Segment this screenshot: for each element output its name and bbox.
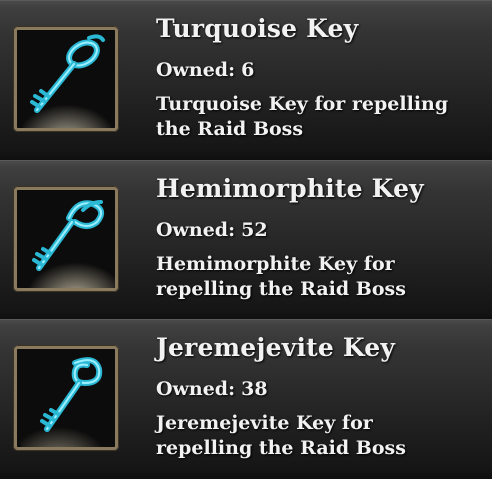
owned-count: Owned: 52 [156, 219, 268, 241]
item-icon-frame [13, 26, 119, 132]
item-name: Turquoise Key [156, 14, 359, 43]
owned-count: Owned: 38 [156, 378, 268, 400]
owned-label: Owned: [156, 219, 236, 241]
hemimorphite-key-icon [17, 190, 115, 288]
item-icon-frame [13, 345, 119, 451]
item-row-jeremejevite-key[interactable]: Jeremejevite Key Owned: 38 Jeremejevite K… [0, 319, 492, 479]
description-line: Hemimorphite Key for [156, 253, 395, 275]
owned-label: Owned: [156, 59, 236, 81]
description-line: Jeremejevite Key for [156, 412, 373, 434]
description-line: Turquoise Key for repelling [156, 93, 449, 115]
owned-value: 6 [241, 59, 255, 81]
item-row-turquoise-key[interactable]: Turquoise Key Owned: 6 Turquoise Key for … [0, 0, 492, 161]
jeremejevite-key-icon [17, 349, 115, 447]
item-description: Jeremejevite Key for repelling the Raid B… [156, 411, 486, 461]
owned-label: Owned: [156, 378, 236, 400]
owned-value: 52 [241, 219, 268, 241]
description-line: repelling the Raid Boss [156, 437, 406, 459]
turquoise-key-icon [17, 30, 115, 128]
item-name: Jeremejevite Key [156, 333, 396, 362]
item-icon-frame [13, 186, 119, 292]
item-description: Turquoise Key for repelling the Raid Boss [156, 92, 486, 142]
owned-count: Owned: 6 [156, 59, 254, 81]
item-description: Hemimorphite Key for repelling the Raid B… [156, 252, 486, 302]
item-name: Hemimorphite Key [156, 174, 424, 203]
item-row-hemimorphite-key[interactable]: Hemimorphite Key Owned: 52 Hemimorphite K… [0, 160, 492, 320]
item-list: Turquoise Key Owned: 6 Turquoise Key for … [0, 0, 492, 479]
owned-value: 38 [241, 378, 268, 400]
description-line: the Raid Boss [156, 118, 304, 140]
description-line: repelling the Raid Boss [156, 278, 406, 300]
